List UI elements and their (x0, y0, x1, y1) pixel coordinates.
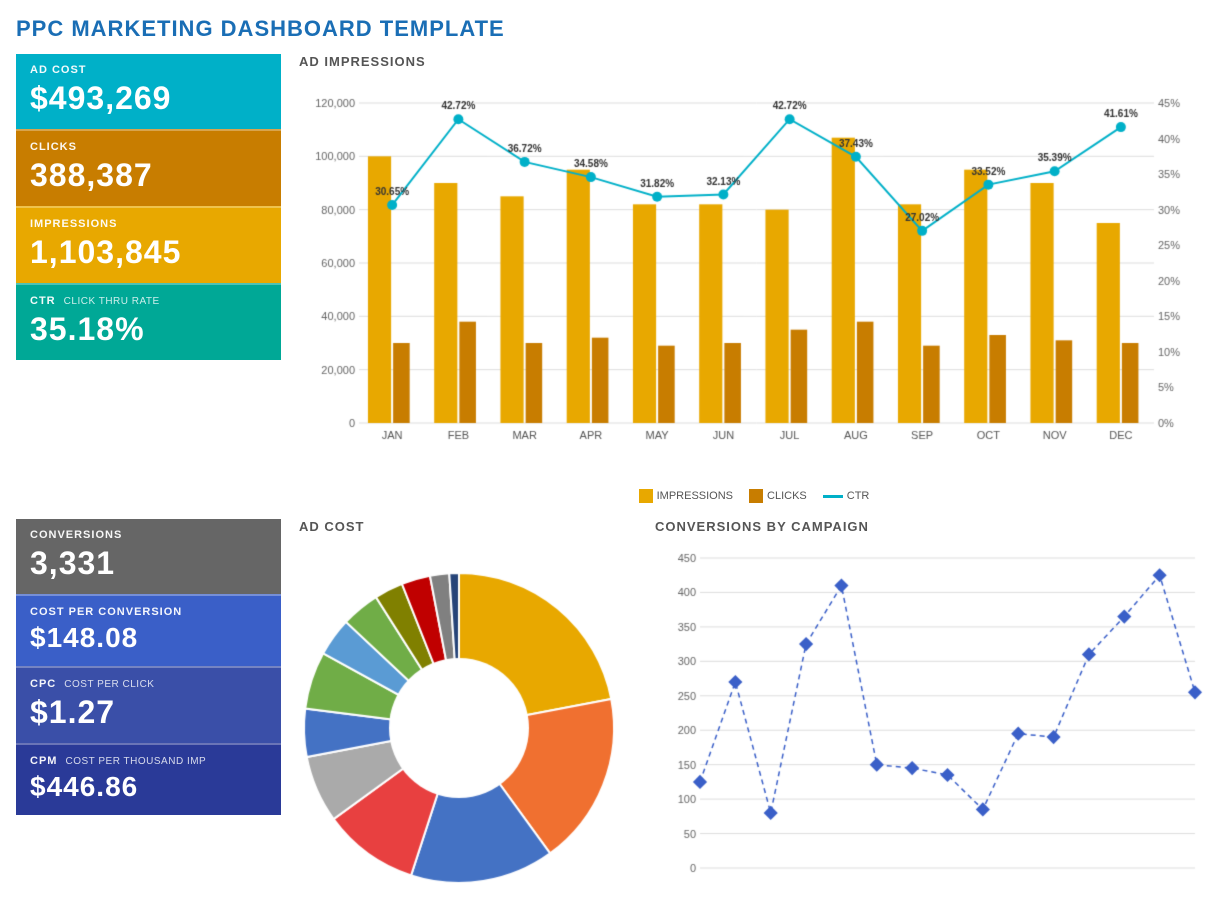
ctr-card: CTR CLICK THRU RATE 35.18% (16, 283, 281, 360)
conversions-card: CONVERSIONS 3,331 (16, 519, 281, 594)
ad-cost-chart-title: AD COST (299, 519, 639, 534)
cpm-value: $446.86 (30, 771, 267, 803)
impressions-value: 1,103,845 (30, 234, 267, 271)
conversions-value: 3,331 (30, 545, 267, 582)
cpc-card: CPC COST PER CLICK $1.27 (16, 666, 281, 743)
legend-clicks: CLICKS (749, 489, 807, 503)
bottom-charts: AD COST CONVERSIONS BY CAMPAIGN (281, 519, 1213, 898)
legend-ctr: CTR (823, 489, 870, 503)
clicks-label: CLICKS (30, 141, 267, 153)
cost-per-conv-label: COST PER CONVERSION (30, 606, 267, 618)
cost-per-conv-card: COST PER CONVERSION $148.08 (16, 594, 281, 666)
legend-clicks-label: CLICKS (767, 490, 807, 502)
impressions-chart (299, 73, 1209, 483)
ad-cost-value: $493,269 (30, 80, 267, 117)
cost-per-conv-value: $148.08 (30, 622, 267, 654)
legend-ctr-label: CTR (847, 490, 870, 502)
impressions-card: IMPRESSIONS 1,103,845 (16, 206, 281, 283)
impressions-label: IMPRESSIONS (30, 218, 267, 230)
top-kpi-column: AD COST $493,269 CLICKS 388,387 IMPRESSI… (16, 54, 281, 503)
clicks-value: 388,387 (30, 157, 267, 194)
ctr-label: CTR CLICK THRU RATE (30, 295, 267, 307)
cpc-label: CPC COST PER CLICK (30, 678, 267, 690)
cpm-label: CPM COST PER THOUSAND IMP (30, 755, 267, 767)
ad-cost-card: AD COST $493,269 (16, 54, 281, 129)
ad-cost-section: AD COST (299, 519, 639, 898)
bottom-kpi-column: CONVERSIONS 3,331 COST PER CONVERSION $1… (16, 519, 281, 898)
conversions-by-campaign-section: CONVERSIONS BY CAMPAIGN (655, 519, 1213, 898)
conversions-by-campaign-title: CONVERSIONS BY CAMPAIGN (655, 519, 1213, 534)
ad-impressions-section: AD IMPRESSIONS IMPRESSIONS CLICKS CTR (281, 54, 1209, 503)
legend-impressions-label: IMPRESSIONS (657, 490, 733, 502)
donut-chart (299, 538, 639, 898)
legend-impressions: IMPRESSIONS (639, 489, 733, 503)
cpc-value: $1.27 (30, 694, 267, 731)
ad-impressions-title: AD IMPRESSIONS (299, 54, 1209, 69)
page-title: PPC MARKETING DASHBOARD TEMPLATE (16, 16, 1197, 42)
conversions-label: CONVERSIONS (30, 529, 267, 541)
cpm-card: CPM COST PER THOUSAND IMP $446.86 (16, 743, 281, 815)
clicks-card: CLICKS 388,387 (16, 129, 281, 206)
ctr-value: 35.18% (30, 311, 267, 348)
conversions-chart (655, 538, 1213, 898)
ad-cost-label: AD COST (30, 64, 267, 76)
impressions-legend: IMPRESSIONS CLICKS CTR (299, 489, 1209, 503)
